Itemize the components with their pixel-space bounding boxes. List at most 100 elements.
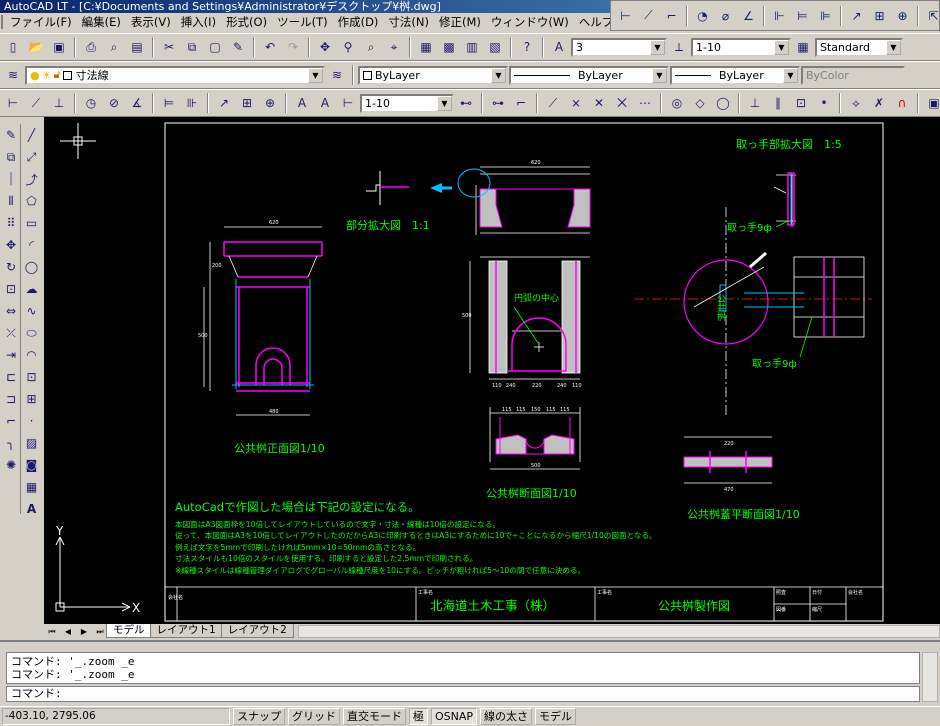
region-icon[interactable]: ◙ — [22, 454, 42, 476]
aligned-icon[interactable]: ⟋ — [25, 92, 47, 114]
next-tab-icon[interactable]: ▶ — [76, 625, 92, 638]
text-height-select[interactable]: 3 ▼ — [571, 37, 667, 57]
snap-none-icon[interactable]: ✗ — [868, 92, 890, 114]
publish-icon[interactable]: ▤ — [126, 36, 148, 58]
command-input[interactable]: コマンド: — [6, 686, 920, 702]
zoom-realtime-icon[interactable]: ⚲ — [337, 36, 359, 58]
menu-tools[interactable]: ツール(T) — [272, 13, 333, 31]
help-icon[interactable]: ? — [516, 36, 538, 58]
markup-icon[interactable]: ▧ — [484, 36, 506, 58]
circle-icon[interactable]: ◯ — [22, 256, 42, 278]
angular-dim-icon[interactable]: ∠ — [738, 5, 759, 26]
quick-dim-icon[interactable]: ⊩ — [769, 5, 790, 26]
radius-dim-icon[interactable]: ◔ — [692, 5, 713, 26]
scale-icon[interactable]: ⊡ — [1, 278, 21, 300]
dim-scale-select[interactable]: 1-10 ▼ — [691, 37, 791, 57]
rotate-icon[interactable]: ↻ — [1, 256, 21, 278]
leader-icon[interactable]: ↗ — [846, 5, 867, 26]
open-file-icon[interactable]: 📂 — [25, 36, 47, 58]
erase-icon[interactable]: ✎ — [1, 124, 21, 146]
model-toggle[interactable]: モデル — [535, 708, 577, 725]
join-icon[interactable]: ⊐ — [1, 388, 21, 410]
break-icon[interactable]: ⊏ — [1, 366, 21, 388]
ordinate-icon[interactable]: ⊥ — [48, 92, 70, 114]
line-icon[interactable]: ╱ — [22, 124, 42, 146]
pan-icon[interactable]: ✥ — [314, 36, 336, 58]
tolerance-icon[interactable]: ⊞ — [869, 5, 890, 26]
menu-insert[interactable]: 挿入(I) — [176, 13, 221, 31]
copy-icon[interactable]: ⧉ — [181, 36, 203, 58]
offset-icon[interactable]: ⫴ — [1, 190, 21, 212]
linear-dim-icon[interactable]: ⊢ — [615, 5, 636, 26]
array-icon[interactable]: ⠿ — [1, 212, 21, 234]
print-icon[interactable]: ⎙ — [80, 36, 102, 58]
design-center-icon[interactable]: ▩ — [438, 36, 460, 58]
zoom-previous-icon[interactable]: ⌖ — [383, 36, 405, 58]
aligned-dim-icon[interactable]: ⟋ — [638, 5, 659, 26]
snap-extension-icon[interactable]: ⋯ — [634, 92, 656, 114]
revcloud-icon[interactable]: ☁ — [22, 278, 42, 300]
point-icon[interactable]: · — [22, 410, 42, 432]
menu-dimension[interactable]: 寸法(N) — [383, 13, 434, 31]
menu-view[interactable]: 表示(V) — [126, 13, 176, 31]
snap-insert-icon[interactable]: ⊡ — [790, 92, 812, 114]
polygon-icon[interactable]: ⬠ — [22, 190, 42, 212]
chamfer-icon[interactable]: ⌐ — [1, 410, 21, 432]
snap-center-icon[interactable]: ◎ — [666, 92, 688, 114]
dimtedit-icon[interactable]: A — [314, 92, 336, 114]
dim-style-manager-icon[interactable]: ⊷ — [455, 92, 477, 114]
new-file-icon[interactable]: ▯ — [2, 36, 24, 58]
snap-intersection-icon[interactable]: ✕ — [588, 92, 610, 114]
hatch-icon[interactable]: ▨ — [22, 432, 42, 454]
mtext-icon[interactable]: A — [22, 498, 42, 520]
match-properties-icon[interactable]: ✎ — [227, 36, 249, 58]
copy-object-icon[interactable]: ⧉ — [1, 146, 21, 168]
tab-layout2[interactable]: レイアウト2 — [220, 624, 294, 638]
prev-tab-icon[interactable]: ◀ — [60, 625, 76, 638]
arc-icon[interactable]: ◜ — [22, 234, 42, 256]
tool-palette-icon[interactable]: ▥ — [461, 36, 483, 58]
radius-icon[interactable]: ◷ — [80, 92, 102, 114]
ellipse-arc-icon[interactable]: ◠ — [22, 344, 42, 366]
save-icon[interactable]: ▣ — [48, 36, 70, 58]
redo-icon[interactable]: ↷ — [282, 36, 304, 58]
tolerance-icon[interactable]: ⊞ — [236, 92, 258, 114]
diameter-icon[interactable]: ⊘ — [103, 92, 125, 114]
construction-line-icon[interactable]: ⤢ — [22, 146, 42, 168]
center-mark-icon[interactable]: ⊕ — [259, 92, 281, 114]
stretch-icon[interactable]: ⇔ — [1, 300, 21, 322]
fillet-icon[interactable]: ╮ — [1, 432, 21, 454]
snap-quadrant-icon[interactable]: ◇ — [689, 92, 711, 114]
temp-track-icon[interactable]: ⊶ — [487, 92, 509, 114]
chevron-down-icon[interactable]: ▼ — [308, 67, 323, 83]
dim-edit-icon[interactable]: ⇱ — [923, 5, 940, 26]
menu-help[interactable]: ヘルプ(H) — [574, 13, 610, 31]
chevron-down-icon[interactable]: ▼ — [652, 67, 667, 83]
baseline-dim-icon[interactable]: ⊨ — [792, 5, 813, 26]
diameter-dim-icon[interactable]: ⌀ — [715, 5, 736, 26]
app-menu-icon[interactable] — [1, 15, 3, 29]
layout-icon[interactable]: ▣ — [923, 92, 940, 114]
dim-update-icon[interactable]: ⊢ — [337, 92, 359, 114]
continue-dim-icon[interactable]: ⊫ — [815, 5, 836, 26]
insert-block-icon[interactable]: ⊡ — [22, 366, 42, 388]
osnap-settings-icon[interactable]: ∩ — [891, 92, 913, 114]
menu-format[interactable]: 形式(O) — [221, 13, 272, 31]
layer-select[interactable]: ● ☀ 🔓︎ 寸法線 ▼ — [25, 65, 325, 85]
zoom-window-icon[interactable]: ⌕ — [360, 36, 382, 58]
chevron-down-icon[interactable]: ▼ — [886, 39, 901, 55]
linetype-select[interactable]: ByLayer ▼ — [509, 65, 669, 85]
horizontal-scrollbar[interactable] — [297, 625, 940, 638]
explode-icon[interactable]: ✺ — [1, 454, 21, 476]
ortho-toggle[interactable]: 直交モード — [343, 708, 406, 725]
snap-parallel-icon[interactable]: ∥ — [767, 92, 789, 114]
center-mark-icon[interactable]: ⊕ — [892, 5, 913, 26]
menu-file[interactable]: ファイル(F) — [5, 13, 77, 31]
paste-icon[interactable]: ▢ — [204, 36, 226, 58]
undo-icon[interactable]: ↶ — [259, 36, 281, 58]
extend-icon[interactable]: ⇥ — [1, 344, 21, 366]
chevron-down-icon[interactable]: ▼ — [491, 67, 506, 83]
chevron-down-icon[interactable]: ▼ — [774, 39, 789, 55]
menu-edit[interactable]: 編集(E) — [77, 13, 126, 31]
baseline-icon[interactable]: ⊨ — [158, 92, 180, 114]
